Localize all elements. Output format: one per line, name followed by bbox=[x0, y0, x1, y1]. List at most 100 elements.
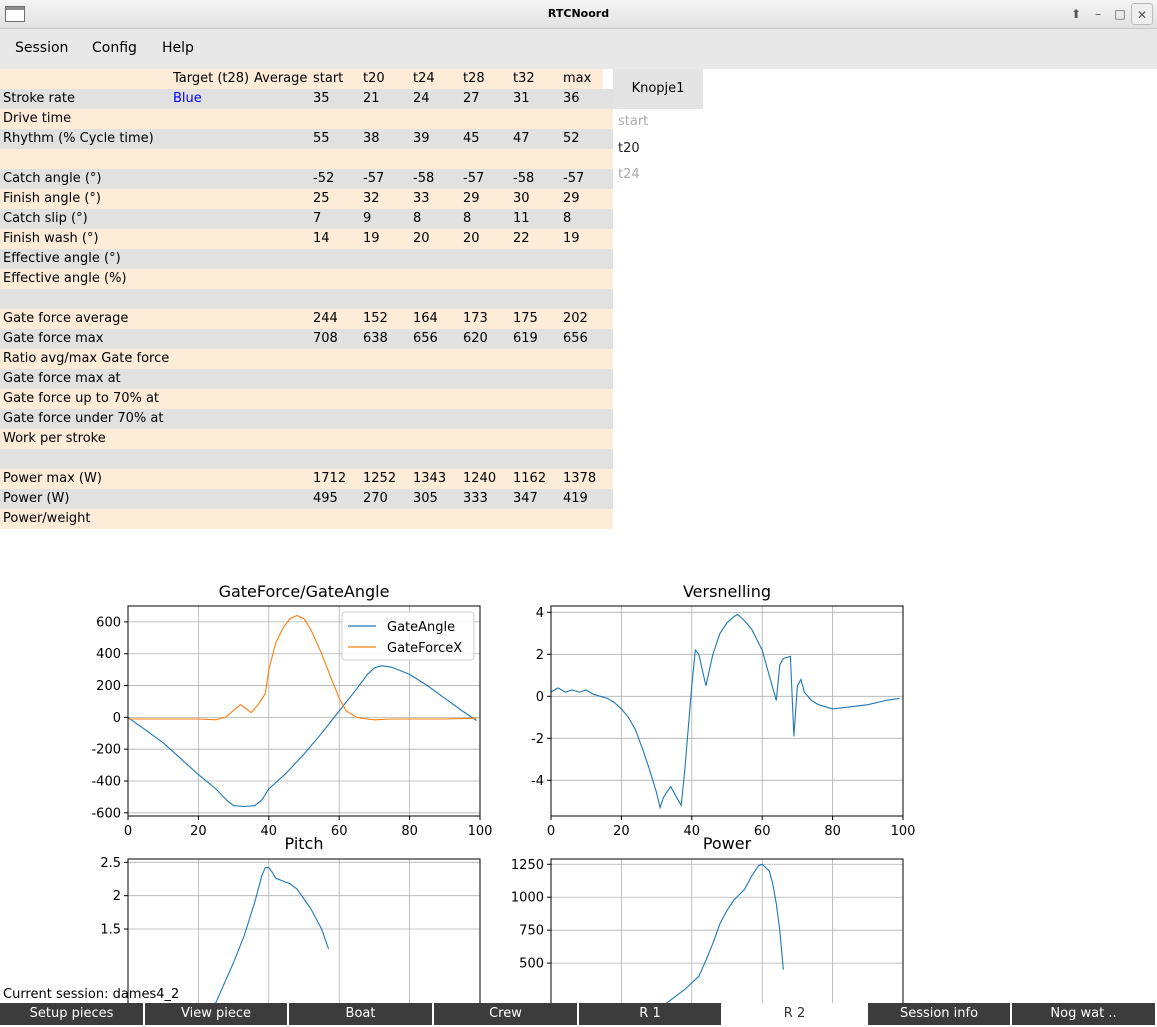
table-row: Gate force up to 70% at bbox=[0, 389, 613, 409]
table-cell: 202 bbox=[563, 311, 588, 326]
y-tick-label: 1000 bbox=[511, 891, 544, 906]
y-tick-label: 2.5 bbox=[100, 856, 121, 871]
power-chart: 500 750 1000 1250 Power bbox=[508, 830, 918, 1003]
y-tick-label: 2 bbox=[113, 889, 121, 904]
menu-session[interactable]: Session bbox=[15, 40, 68, 56]
row-label: Rhythm (% Cycle time) bbox=[3, 131, 154, 146]
table-row: Power max (W) 1712 1252 1343 1240 1162 1378 bbox=[0, 469, 613, 489]
table-row: Stroke rate Blue 35 21 24 27 31 36 bbox=[0, 89, 613, 109]
table-cell: 164 bbox=[413, 311, 438, 326]
series-line bbox=[666, 863, 784, 1003]
row-label: Power max (W) bbox=[3, 471, 102, 486]
tab-view-piece[interactable]: View piece bbox=[145, 1003, 287, 1025]
table-cell: 38 bbox=[363, 131, 380, 146]
table-row: Effective angle (%) bbox=[0, 269, 613, 289]
table-cell: 32 bbox=[363, 191, 380, 206]
chart-title: Power bbox=[703, 834, 752, 853]
table-row: Drive time bbox=[0, 109, 613, 129]
row-label: Catch slip (°) bbox=[3, 211, 88, 226]
piece-list-item[interactable]: start bbox=[618, 114, 648, 129]
menu-help[interactable]: Help bbox=[162, 40, 194, 56]
table-cell: 419 bbox=[563, 491, 588, 506]
series-line bbox=[550, 613, 900, 810]
y-tick-label: -400 bbox=[91, 775, 121, 790]
table-cell: 39 bbox=[413, 131, 430, 146]
menu-config[interactable]: Config bbox=[92, 40, 137, 56]
table-cell: 11 bbox=[513, 211, 530, 226]
tab-nog-wat[interactable]: Nog wat .. bbox=[1012, 1003, 1155, 1025]
maximize-icon[interactable]: □ bbox=[1109, 3, 1131, 25]
table-cell: 21 bbox=[363, 91, 380, 106]
table-cell: 333 bbox=[463, 491, 488, 506]
tab-crew[interactable]: Crew bbox=[434, 1003, 577, 1025]
header-col: max bbox=[563, 71, 592, 86]
table-row: Finish angle (°) 25 32 33 29 30 29 bbox=[0, 189, 613, 209]
table-cell: 347 bbox=[513, 491, 538, 506]
y-tick-label: 1250 bbox=[511, 858, 544, 873]
tab-r-1[interactable]: R 1 bbox=[579, 1003, 721, 1025]
table-cell: 33 bbox=[413, 191, 430, 206]
row-label: Power/weight bbox=[3, 511, 91, 526]
y-tick-label: -200 bbox=[91, 743, 121, 758]
table-cell: 152 bbox=[363, 311, 388, 326]
table-cell: 19 bbox=[363, 231, 380, 246]
table-cell: 620 bbox=[463, 331, 488, 346]
legend-label: GateForceX bbox=[387, 641, 462, 656]
table-row bbox=[0, 449, 613, 469]
window-controls: ⬆ – □ ✕ bbox=[1065, 3, 1153, 25]
table-cell: 638 bbox=[363, 331, 388, 346]
y-tick-label: 0 bbox=[113, 711, 121, 726]
table-cell: 1162 bbox=[513, 471, 547, 486]
table-row: Catch angle (°) -52 -57 -58 -57 -58 -57 bbox=[0, 169, 613, 189]
table-cell: 25 bbox=[313, 191, 330, 206]
row-label: Stroke rate bbox=[3, 91, 75, 106]
y-tick-label: -600 bbox=[91, 806, 121, 821]
piece-list-item[interactable]: t24 bbox=[618, 167, 640, 182]
table-cell: 270 bbox=[363, 491, 388, 506]
table-cell: 45 bbox=[463, 131, 480, 146]
table-cell: 244 bbox=[313, 311, 338, 326]
y-tick-label: 500 bbox=[519, 957, 544, 972]
table-row: Gate force max at bbox=[0, 369, 613, 389]
row-label: Power (W) bbox=[3, 491, 70, 506]
row-label: Finish wash (°) bbox=[3, 231, 99, 246]
row-label: Catch angle (°) bbox=[3, 171, 102, 186]
table-cell: 1343 bbox=[413, 471, 447, 486]
plot-frame bbox=[550, 605, 904, 817]
piece-list-item[interactable]: t20 bbox=[618, 141, 640, 156]
header-col: t20 bbox=[363, 71, 385, 86]
table-row: Rhythm (% Cycle time) 55 38 39 45 47 52 bbox=[0, 129, 613, 149]
table-row: Effective angle (°) bbox=[0, 249, 613, 269]
tab-session-info[interactable]: Session info bbox=[868, 1003, 1010, 1025]
plot-frame bbox=[550, 858, 904, 1003]
table-cell: 1712 bbox=[313, 471, 347, 486]
minimize-icon[interactable]: – bbox=[1087, 3, 1109, 25]
keep-above-icon[interactable]: ⬆ bbox=[1065, 3, 1087, 25]
table-row bbox=[0, 149, 613, 169]
tab-setup-pieces[interactable]: Setup pieces bbox=[0, 1003, 143, 1025]
bottom-tab-bar: Setup pieces View piece Boat Crew R 1R 2 Sess… bbox=[0, 1003, 1157, 1025]
table-cell: -58 bbox=[413, 171, 435, 186]
table-cell: 27 bbox=[463, 91, 480, 106]
table-cell: 619 bbox=[513, 331, 538, 346]
close-icon[interactable]: ✕ bbox=[1131, 3, 1153, 25]
table-cell: 656 bbox=[563, 331, 588, 346]
table-row: Gate force average 244 152 164 173 175 202 bbox=[0, 309, 613, 329]
tab-r-2[interactable]: R 2 bbox=[723, 1003, 866, 1025]
row-label: Gate force average bbox=[3, 311, 129, 326]
table-cell: -57 bbox=[563, 171, 585, 186]
table-row: Gate force max 708 638 656 620 619 656 bbox=[0, 329, 613, 349]
row-label: Gate force up to 70% at bbox=[3, 391, 160, 406]
tab-boat[interactable]: Boat bbox=[289, 1003, 432, 1025]
chart-title: Pitch bbox=[285, 834, 324, 853]
row-label: Gate force max at bbox=[3, 371, 121, 386]
pitch-chart: 1.5 2 2.5 Pitch bbox=[85, 830, 495, 1003]
table-cell: 30 bbox=[513, 191, 530, 206]
table-cell: 1240 bbox=[463, 471, 497, 486]
knopje1-button[interactable]: Knopje1 bbox=[613, 69, 703, 109]
row-label: Effective angle (°) bbox=[3, 251, 121, 266]
series-line bbox=[127, 665, 477, 808]
table-row: Catch slip (°) 7 9 8 8 11 8 bbox=[0, 209, 613, 229]
pitch-chart-svg: 1.5 2 2.5 Pitch bbox=[100, 834, 481, 1003]
table-cell: 8 bbox=[413, 211, 422, 226]
